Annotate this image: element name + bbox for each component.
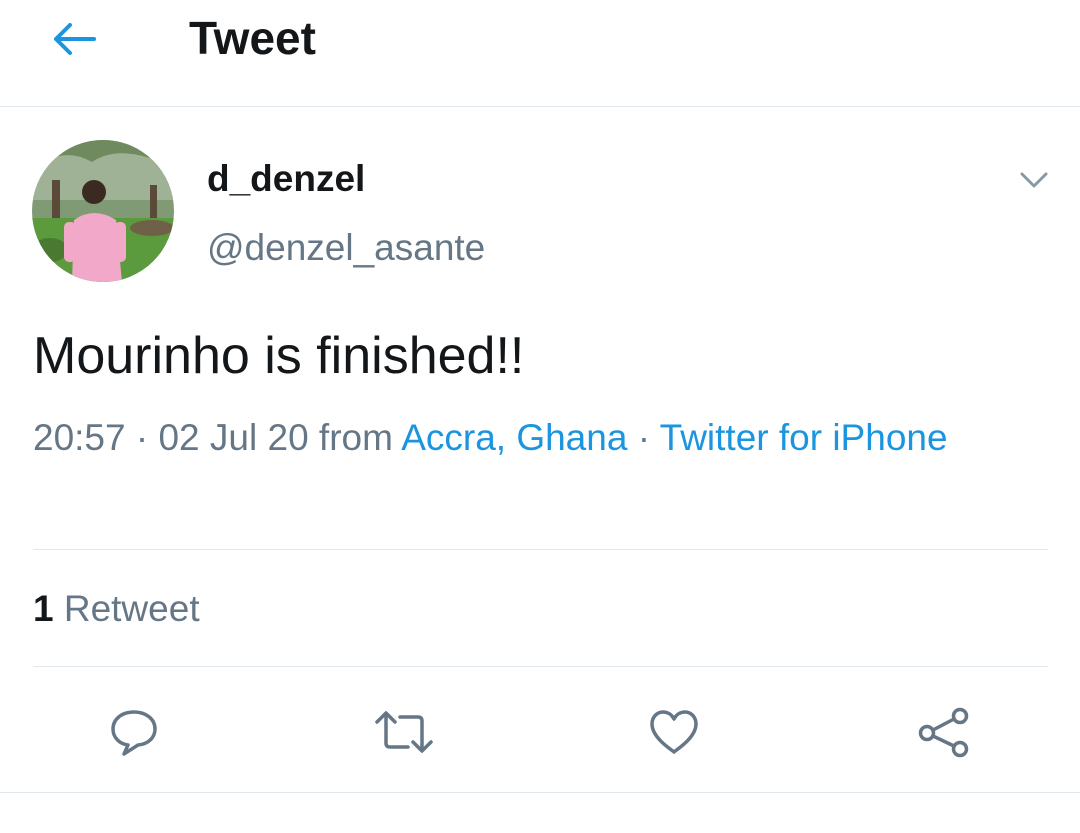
author-display-name[interactable]: d_denzel <box>207 157 365 201</box>
meta-separator: · <box>125 417 159 458</box>
author-handle[interactable]: @denzel_asante <box>207 226 485 270</box>
tweet-date: 02 Jul 20 <box>158 417 309 458</box>
top-bar: Tweet <box>0 0 1080 107</box>
back-button[interactable] <box>40 14 108 64</box>
avatar[interactable] <box>32 140 174 282</box>
retweet-button[interactable] <box>374 702 434 762</box>
meta-separator: · <box>627 417 660 458</box>
divider <box>33 666 1048 667</box>
share-icon <box>918 707 969 758</box>
tweet-location-link[interactable]: Accra, Ghana <box>401 417 627 458</box>
divider <box>33 549 1048 550</box>
arrow-left-icon <box>54 23 96 55</box>
tweet-source-link[interactable]: Twitter for iPhone <box>660 417 948 458</box>
tweet-text: Mourinho is finished!! <box>33 327 525 385</box>
share-button[interactable] <box>914 702 974 762</box>
retweet-label: Retweet <box>63 588 200 629</box>
page-title: Tweet <box>189 12 316 64</box>
reply-icon <box>111 710 157 756</box>
like-button[interactable] <box>644 702 704 762</box>
retweet-icon <box>375 711 433 753</box>
divider <box>0 792 1080 793</box>
chevron-down-icon <box>1020 172 1048 188</box>
reply-button[interactable] <box>104 702 164 762</box>
tweet-meta: 20:57 · 02 Jul 20 from Accra, Ghana · Tw… <box>33 411 993 465</box>
tweet-menu-button[interactable] <box>1012 160 1056 200</box>
retweet-count: 1 <box>33 588 54 629</box>
meta-from: from <box>308 417 402 458</box>
tweet-time: 20:57 <box>33 417 126 458</box>
heart-icon <box>650 710 698 754</box>
retweet-stats[interactable]: 1 Retweet <box>33 586 200 632</box>
